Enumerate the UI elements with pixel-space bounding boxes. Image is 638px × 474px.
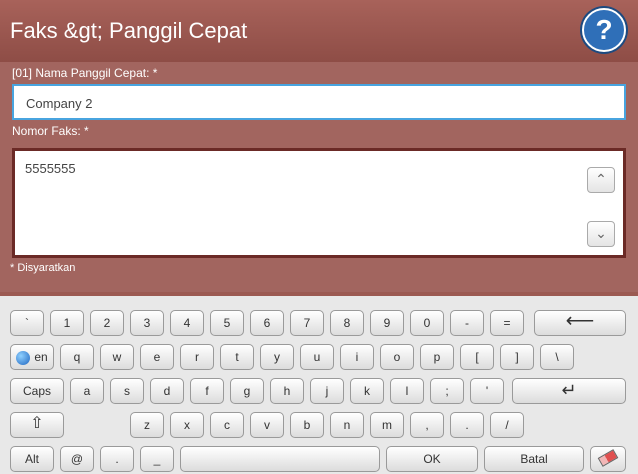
key-b[interactable]: b	[290, 412, 324, 438]
cancel-button[interactable]: Batal	[484, 446, 584, 472]
key-7[interactable]: 7	[290, 310, 324, 336]
key-at[interactable]: @	[60, 446, 94, 472]
key-q[interactable]: q	[60, 344, 94, 370]
key-w[interactable]: w	[100, 344, 134, 370]
eraser-button[interactable]	[590, 446, 626, 472]
key-9[interactable]: 9	[370, 310, 404, 336]
fax-number-label: Nomor Faks: *	[12, 124, 89, 138]
key-semicolon[interactable]: ;	[430, 378, 464, 404]
key-i[interactable]: i	[340, 344, 374, 370]
key-k[interactable]: k	[350, 378, 384, 404]
key-v[interactable]: v	[250, 412, 284, 438]
help-icon[interactable]: ?	[582, 8, 626, 52]
scroll-down-button[interactable]: ⌄	[587, 221, 615, 247]
key-3[interactable]: 3	[130, 310, 164, 336]
enter-key[interactable]: ↵	[512, 378, 626, 404]
space-key[interactable]	[180, 446, 380, 472]
key-1[interactable]: 1	[50, 310, 84, 336]
key-j[interactable]: j	[310, 378, 344, 404]
key-l[interactable]: l	[390, 378, 424, 404]
key-slash[interactable]: /	[490, 412, 524, 438]
globe-icon	[16, 350, 31, 365]
scroll-up-button[interactable]: ⌃	[587, 167, 615, 193]
key-f[interactable]: f	[190, 378, 224, 404]
key-8[interactable]: 8	[330, 310, 364, 336]
key-d[interactable]: d	[150, 378, 184, 404]
key-r[interactable]: r	[180, 344, 214, 370]
key-backslash[interactable]: \	[540, 344, 574, 370]
key-s[interactable]: s	[110, 378, 144, 404]
key-backtick[interactable]: `	[10, 310, 44, 336]
key-c[interactable]: c	[210, 412, 244, 438]
key-p[interactable]: p	[420, 344, 454, 370]
key-e[interactable]: e	[140, 344, 174, 370]
language-key[interactable]: en	[10, 344, 54, 370]
key-equals[interactable]: =	[490, 310, 524, 336]
key-period[interactable]: .	[450, 412, 484, 438]
key-m[interactable]: m	[370, 412, 404, 438]
speed-dial-name-value: Company 2	[26, 96, 93, 111]
key-6[interactable]: 6	[250, 310, 284, 336]
key-4[interactable]: 4	[170, 310, 204, 336]
key-minus[interactable]: -	[450, 310, 484, 336]
fax-number-field[interactable]: 5555555 ⌃ ⌄	[12, 148, 626, 258]
ok-button[interactable]: OK	[386, 446, 478, 472]
key-underscore[interactable]: _	[140, 446, 174, 472]
onscreen-keyboard: ` 1 2 3 4 5 6 7 8 9 0 - = ⟵ en q w e r t…	[0, 296, 638, 474]
key-n[interactable]: n	[330, 412, 364, 438]
alt-key[interactable]: Alt	[10, 446, 54, 472]
caps-lock-key[interactable]: Caps	[10, 378, 64, 404]
key-o[interactable]: o	[380, 344, 414, 370]
key-t[interactable]: t	[220, 344, 254, 370]
key-right-bracket[interactable]: ]	[500, 344, 534, 370]
key-2[interactable]: 2	[90, 310, 124, 336]
fax-number-value: 5555555	[25, 161, 76, 176]
required-note: * Disyaratkan	[10, 262, 76, 274]
key-a[interactable]: a	[70, 378, 104, 404]
speed-dial-name-field[interactable]: Company 2	[12, 84, 626, 120]
key-u[interactable]: u	[300, 344, 334, 370]
page-title: Faks &gt; Panggil Cepat	[10, 18, 248, 43]
key-y[interactable]: y	[260, 344, 294, 370]
key-0[interactable]: 0	[410, 310, 444, 336]
key-x[interactable]: x	[170, 412, 204, 438]
title-bar: Faks &gt; Panggil Cepat ?	[0, 0, 638, 62]
key-comma[interactable]: ,	[410, 412, 444, 438]
key-h[interactable]: h	[270, 378, 304, 404]
backspace-key[interactable]: ⟵	[534, 310, 626, 336]
key-quote[interactable]: '	[470, 378, 504, 404]
key-left-bracket[interactable]: [	[460, 344, 494, 370]
speed-dial-name-label: [01] Nama Panggil Cepat: *	[12, 66, 158, 80]
key-dot[interactable]: .	[100, 446, 134, 472]
eraser-icon	[597, 449, 619, 467]
key-5[interactable]: 5	[210, 310, 244, 336]
key-g[interactable]: g	[230, 378, 264, 404]
shift-key[interactable]: ⇧	[10, 412, 64, 438]
key-z[interactable]: z	[130, 412, 164, 438]
